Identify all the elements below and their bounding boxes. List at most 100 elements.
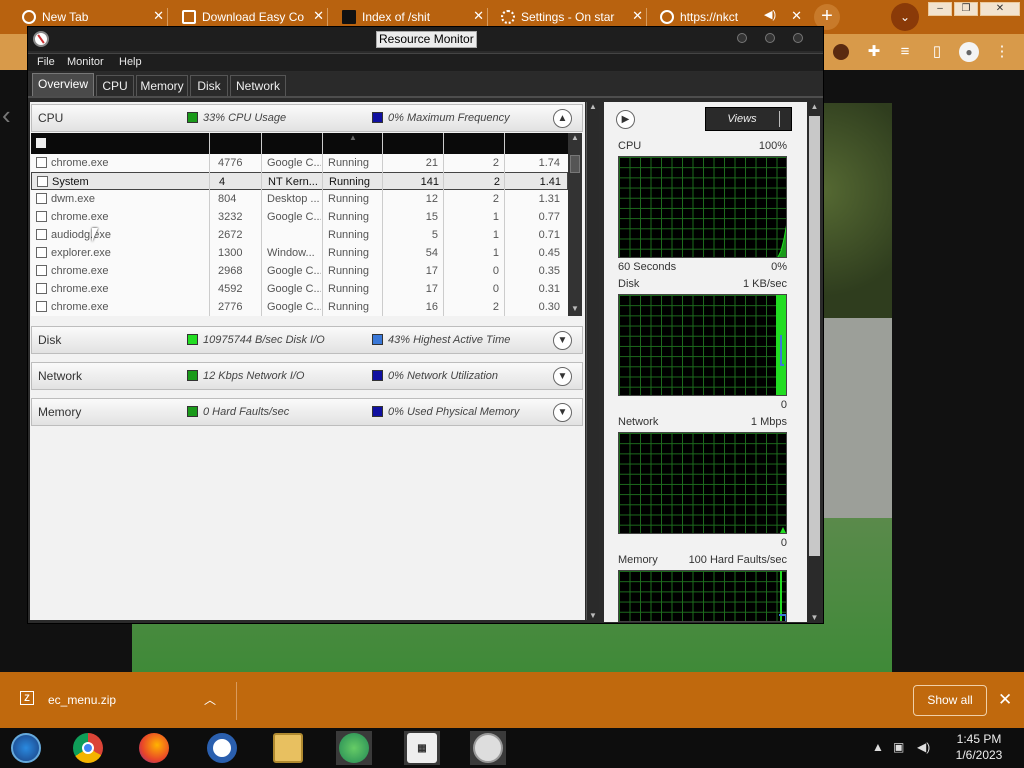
taskbar-calendar[interactable]: ▦ xyxy=(404,731,440,765)
download-site-icon xyxy=(182,10,196,24)
graphs-scrollbar[interactable]: ▲ ▼ xyxy=(808,102,821,622)
globe-icon xyxy=(660,10,674,24)
expand-chevron-down-icon[interactable]: ▼ xyxy=(553,331,572,350)
taskbar-clock[interactable]: 1:45 PM 1/6/2023 xyxy=(944,731,1014,763)
physical-memory-stat: 0% Used Physical Memory xyxy=(388,406,520,418)
taskbar-file-explorer[interactable] xyxy=(270,731,306,765)
process-table-header[interactable]: ▲ xyxy=(31,133,568,154)
tab-network[interactable]: Network xyxy=(230,75,286,97)
collapse-chevron-up-icon[interactable]: ▲ xyxy=(553,109,572,128)
tab-search-chevron-icon[interactable]: ⌄ xyxy=(891,3,919,31)
close-tab-icon[interactable]: ✕ xyxy=(791,8,802,24)
extension-avatar-icon[interactable] xyxy=(833,44,849,60)
window-title-bar[interactable]: Resource Monitor xyxy=(28,27,823,51)
memory-graph-max: 100 Hard Faults/sec xyxy=(688,554,787,566)
process-cell-pid: 1300 xyxy=(218,247,243,259)
process-checkbox[interactable] xyxy=(36,193,47,204)
taskbar-firefox[interactable] xyxy=(136,731,172,765)
collapse-graphs-chevron-right-icon[interactable]: ▶ xyxy=(616,110,635,129)
network-icon[interactable]: ▣ xyxy=(893,740,904,754)
puzzle-extensions-icon[interactable]: ✚ xyxy=(864,42,884,62)
expand-chevron-down-icon[interactable]: ▼ xyxy=(553,403,572,422)
download-file-name[interactable]: ec_menu.zip xyxy=(48,693,116,707)
close-tab-icon[interactable]: ✕ xyxy=(313,8,324,24)
tab-overview[interactable]: Overview xyxy=(32,73,94,97)
restore-icon[interactable]: ❐ xyxy=(954,2,978,16)
process-checkbox[interactable] xyxy=(36,283,47,294)
process-row[interactable]: chrome.exe 4592 Google C... Running 17 0 0.31 xyxy=(31,280,568,298)
start-button[interactable] xyxy=(8,731,44,765)
close-window-icon[interactable]: ✕ xyxy=(980,2,1020,16)
process-checkbox[interactable] xyxy=(36,211,47,222)
disk-section-header[interactable]: Disk 10975744 B/sec Disk I/O 43% Highest… xyxy=(31,326,583,354)
profile-avatar-icon[interactable]: ● xyxy=(959,42,979,62)
expand-chevron-down-icon[interactable]: ▼ xyxy=(553,367,572,386)
scroll-thumb[interactable] xyxy=(809,116,820,556)
cpu-section-header[interactable]: CPU 33% CPU Usage 0% Maximum Frequency ▲ xyxy=(31,104,583,132)
process-table-scrollbar[interactable]: ▲ ▼ xyxy=(568,133,582,316)
process-cell-image: chrome.exe xyxy=(51,211,109,223)
process-checkbox[interactable] xyxy=(36,229,47,240)
download-options-chevron-icon[interactable]: ︿ xyxy=(204,691,216,708)
process-cell-desc: Google C... xyxy=(267,157,321,169)
show-hidden-icons-icon[interactable]: ▲ xyxy=(872,740,884,754)
taskbar-chrome[interactable] xyxy=(70,731,106,765)
memory-section-header[interactable]: Memory 0 Hard Faults/sec 0% Used Physica… xyxy=(31,398,583,426)
menu-monitor[interactable]: Monitor xyxy=(67,55,104,70)
select-all-checkbox[interactable] xyxy=(36,138,46,148)
process-row[interactable]: explorer.exe 1300 Window... Running 54 1 0.45 xyxy=(31,244,568,262)
process-cell-threads: 17 xyxy=(425,265,438,277)
process-checkbox[interactable] xyxy=(36,301,47,312)
scroll-up-arrow-icon[interactable]: ▲ xyxy=(587,102,599,111)
close-tab-icon[interactable]: ✕ xyxy=(473,8,484,24)
volume-icon[interactable]: ◀) xyxy=(917,740,930,754)
process-cell-pid: 3232 xyxy=(218,211,243,223)
cpu-section-title: CPU xyxy=(38,111,64,125)
process-checkbox[interactable] xyxy=(37,176,48,187)
process-checkbox[interactable] xyxy=(36,157,47,168)
process-row[interactable]: audiodg.exe 2672 Running 5 1 0.71 xyxy=(31,226,568,244)
side-panel-icon[interactable]: ▯ xyxy=(927,42,947,62)
scroll-down-arrow-icon[interactable]: ▼ xyxy=(587,611,599,620)
tab-cpu[interactable]: CPU xyxy=(96,75,134,97)
show-all-button[interactable]: Show all xyxy=(913,685,987,716)
scroll-down-arrow-icon[interactable]: ▼ xyxy=(568,304,582,316)
scroll-down-arrow-icon[interactable]: ▼ xyxy=(808,613,821,622)
close-window-icon[interactable] xyxy=(793,33,803,43)
taskbar-messenger[interactable] xyxy=(336,731,372,765)
scroll-up-arrow-icon[interactable]: ▲ xyxy=(568,133,582,145)
tab-disk[interactable]: Disk xyxy=(190,75,228,97)
cpu-graph-line xyxy=(777,225,786,257)
minimize-window-icon[interactable] xyxy=(737,33,747,43)
reading-list-icon[interactable]: ≡ xyxy=(895,42,915,62)
process-row[interactable]: System 4 NT Kern... Running 141 2 1.41 xyxy=(31,172,568,190)
tab-memory[interactable]: Memory xyxy=(136,75,188,97)
windows-logo-icon xyxy=(11,733,41,763)
menu-file[interactable]: File xyxy=(37,55,55,70)
left-pane-scrollbar[interactable]: ▲ ▼ xyxy=(586,102,599,620)
process-row[interactable]: chrome.exe 2968 Google C... Running 17 0 0.35 xyxy=(31,262,568,280)
network-section-header[interactable]: Network 12 Kbps Network I/O 0% Network U… xyxy=(31,362,583,390)
process-row[interactable]: dwm.exe 804 Desktop ... Running 12 2 1.31 xyxy=(31,190,568,208)
maximize-window-icon[interactable] xyxy=(765,33,775,43)
minimize-icon[interactable]: – xyxy=(928,2,952,16)
scroll-up-arrow-icon[interactable]: ▲ xyxy=(808,102,821,111)
process-row[interactable]: chrome.exe 4776 Google C... Running 21 2 1.74 xyxy=(31,154,568,172)
mouse-cursor-icon xyxy=(92,228,104,242)
close-download-bar-icon[interactable]: ✕ xyxy=(998,690,1012,710)
back-arrow-icon[interactable]: ‹ xyxy=(2,100,11,131)
kebab-menu-icon[interactable]: ⋮ xyxy=(992,42,1012,62)
close-tab-icon[interactable]: ✕ xyxy=(632,8,643,24)
close-tab-icon[interactable]: ✕ xyxy=(153,8,164,24)
taskbar-resource-monitor[interactable] xyxy=(470,731,506,765)
views-dropdown-button[interactable]: Views xyxy=(705,107,792,131)
scroll-thumb[interactable] xyxy=(570,155,580,173)
process-row[interactable]: chrome.exe 2776 Google C... Running 16 2 0.30 xyxy=(31,298,568,316)
process-checkbox[interactable] xyxy=(36,247,47,258)
process-row[interactable]: chrome.exe 3232 Google C... Running 15 1 0.77 xyxy=(31,208,568,226)
menu-help[interactable]: Help xyxy=(119,55,142,70)
process-checkbox[interactable] xyxy=(36,265,47,276)
disk-graph-title: Disk xyxy=(618,278,640,290)
graphs-pane: ▶ Views CPU 100% 60 Seconds 0% Disk 1 KB… xyxy=(604,102,807,622)
taskbar-opera[interactable] xyxy=(204,731,240,765)
